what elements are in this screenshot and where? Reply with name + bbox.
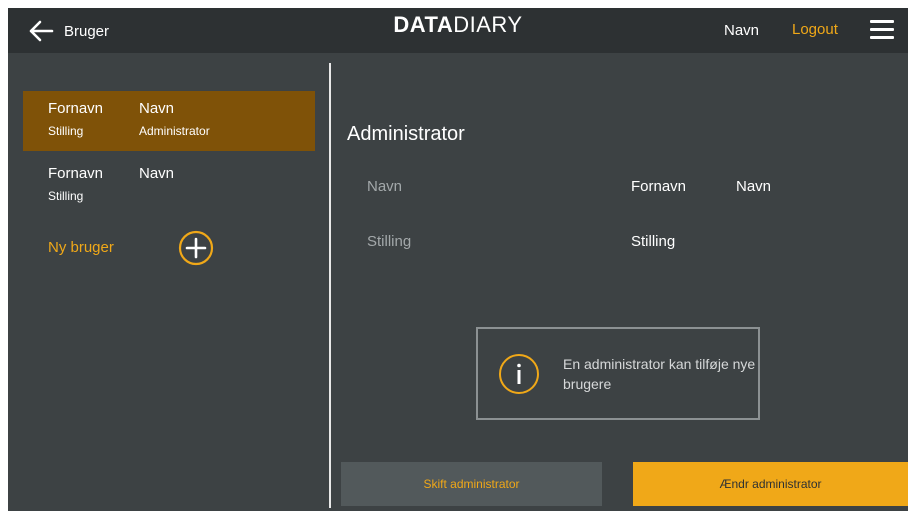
logout-link[interactable]: Logout — [792, 21, 838, 38]
title-label: Stilling — [367, 233, 412, 250]
logo: DATADIARY — [8, 12, 908, 38]
user-role: Administrator — [139, 124, 210, 138]
add-circle-icon[interactable] — [178, 230, 214, 266]
title-value: Stilling — [631, 233, 676, 250]
edit-admin-label: Ændr administrator — [719, 477, 822, 491]
user-first-name: Fornavn — [48, 165, 104, 182]
user-list-item[interactable]: Fornavn Navn Stilling — [23, 156, 315, 216]
logo-light: DIARY — [453, 12, 523, 37]
user-last-name: Navn — [139, 165, 175, 182]
user-title: Stilling — [48, 124, 84, 138]
last-name-value: Navn — [736, 178, 772, 195]
switch-admin-label: Skift administrator — [423, 477, 520, 491]
logo-bold: DATA — [393, 12, 454, 37]
edit-admin-button[interactable]: Ændr administrator — [633, 462, 908, 506]
top-bar: Bruger DATADIARY Navn Logout — [8, 8, 908, 53]
first-name-value: Fornavn — [631, 178, 687, 195]
switch-admin-button[interactable]: Skift administrator — [341, 462, 602, 506]
info-box: En administrator kan tilføje nye brugere — [476, 327, 760, 420]
app-screen: Bruger DATADIARY Navn Logout Fornavn Nav… — [8, 8, 908, 511]
panel-divider — [329, 63, 331, 508]
current-user-name: Navn — [724, 22, 760, 39]
menu-icon[interactable] — [870, 20, 894, 40]
user-first-name: Fornavn — [48, 100, 104, 117]
user-last-name: Navn — [139, 100, 175, 117]
new-user-link[interactable]: Ny bruger — [48, 239, 114, 256]
info-icon — [499, 354, 539, 394]
user-list-item-selected[interactable]: Fornavn Navn Stilling Administrator — [23, 91, 315, 151]
detail-heading: Administrator — [347, 123, 465, 145]
name-label: Navn — [367, 178, 403, 195]
user-title: Stilling — [48, 189, 84, 203]
info-text: En administrator kan tilføje nye brugere — [563, 356, 756, 392]
